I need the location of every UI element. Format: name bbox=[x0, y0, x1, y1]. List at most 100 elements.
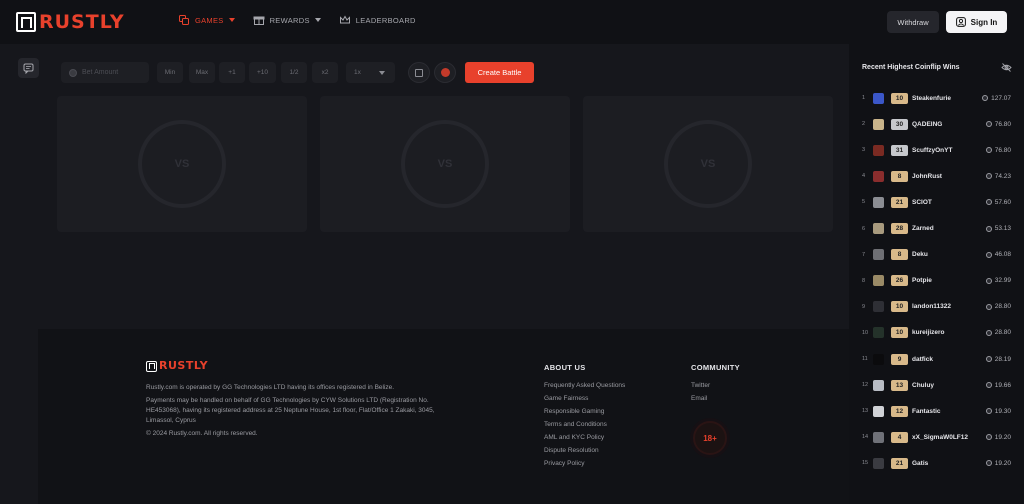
footer-link-terms[interactable]: Terms and Conditions bbox=[544, 421, 607, 428]
chat-icon bbox=[23, 63, 34, 74]
site-logo[interactable]: RUSTLY bbox=[16, 12, 125, 32]
add-one-button[interactable]: +1 bbox=[219, 62, 245, 83]
win-rank: 1 bbox=[862, 95, 866, 101]
sign-in-button[interactable]: Sign In bbox=[946, 11, 1007, 33]
dice-icon bbox=[179, 15, 189, 25]
win-username[interactable]: QADEING bbox=[912, 121, 942, 128]
win-username[interactable]: datfick bbox=[912, 356, 933, 363]
max-bet-button[interactable]: Max bbox=[189, 62, 215, 83]
chat-toggle-button[interactable] bbox=[18, 58, 39, 78]
win-username[interactable]: Gatis bbox=[912, 460, 928, 467]
footer-operator-text: Rustly.com is operated by GG Technologie… bbox=[146, 384, 395, 391]
coin-icon bbox=[982, 95, 989, 101]
win-amount-value: 76.80 bbox=[994, 120, 1011, 128]
win-username[interactable]: SCIOT bbox=[912, 199, 932, 206]
win-row[interactable]: 11 9 datfick 28.19 bbox=[849, 351, 1024, 367]
coin-icon bbox=[985, 303, 992, 310]
win-row[interactable]: 9 10 landon11322 28.80 bbox=[849, 299, 1024, 315]
win-row[interactable]: 7 8 Deku 46.08 bbox=[849, 247, 1024, 263]
win-amount: 28.80 bbox=[985, 303, 1011, 310]
win-amount-value: 53.13 bbox=[994, 225, 1011, 232]
side-select-button-red[interactable] bbox=[434, 62, 456, 83]
battle-card[interactable]: VS bbox=[583, 96, 833, 232]
win-rank: 4 bbox=[862, 173, 866, 180]
min-bet-button[interactable]: Min bbox=[157, 62, 183, 83]
bet-amount-input[interactable] bbox=[82, 69, 147, 76]
footer-link-dispute[interactable]: Dispute Resolution bbox=[544, 447, 599, 454]
add-ten-button[interactable]: +10 bbox=[249, 62, 276, 83]
half-bet-button[interactable]: 1/2 bbox=[281, 62, 307, 83]
create-battle-button[interactable]: Create Battle bbox=[465, 62, 534, 83]
nav-leaderboard-label: LEADERBOARD bbox=[355, 15, 416, 25]
win-username[interactable]: Chuluy bbox=[912, 382, 934, 389]
multiplier-value: 1x bbox=[354, 69, 361, 76]
win-amount-value: 46.08 bbox=[994, 251, 1011, 259]
nav-games-label: GAMES bbox=[195, 15, 224, 25]
chevron-down-icon bbox=[314, 18, 321, 22]
footer-link-email[interactable]: Email bbox=[691, 395, 707, 402]
vs-placeholder: VS bbox=[401, 120, 489, 208]
coin-side-red-icon bbox=[440, 68, 450, 77]
win-row[interactable]: 1 10 Steakenfurie 127.07 bbox=[849, 90, 1024, 106]
win-rank: 3 bbox=[862, 147, 866, 154]
win-amount: 28.19 bbox=[985, 356, 1011, 363]
win-row[interactable]: 13 12 Fantastic 19.30 bbox=[849, 403, 1024, 419]
win-amount: 32.99 bbox=[985, 277, 1011, 284]
footer-link-faq[interactable]: Frequently Asked Questions bbox=[544, 382, 625, 389]
win-amount-value: 19.30 bbox=[994, 407, 1011, 415]
win-username[interactable]: Fantastic bbox=[912, 408, 941, 415]
win-row[interactable]: 15 21 Gatis 19.20 bbox=[849, 455, 1024, 471]
nav-games[interactable]: GAMES bbox=[178, 14, 235, 26]
win-username[interactable]: JohnRust bbox=[912, 173, 942, 180]
win-row[interactable]: 4 8 JohnRust 74.23 bbox=[849, 168, 1024, 184]
coin-icon bbox=[985, 251, 992, 258]
footer-link-aml-kyc[interactable]: AML and KYC Policy bbox=[544, 434, 604, 441]
site-footer: RUSTLY Rustly.com is operated by GG Tech… bbox=[38, 329, 849, 504]
logo-mark-icon bbox=[146, 360, 157, 372]
footer-link-game-fairness[interactable]: Game Fairness bbox=[544, 395, 588, 402]
win-username[interactable]: xX_SigmaW0LF12 bbox=[912, 434, 968, 441]
win-username[interactable]: kureijizero bbox=[912, 329, 945, 336]
win-amount: 19.20 bbox=[985, 460, 1011, 467]
win-row[interactable]: 10 10 kureijizero 28.80 bbox=[849, 325, 1024, 341]
win-amount: 76.80 bbox=[985, 120, 1011, 128]
win-username[interactable]: ScuffzyOnYT bbox=[912, 147, 952, 154]
footer-logo[interactable]: RUSTLY bbox=[146, 360, 208, 372]
footer-link-responsible-gaming[interactable]: Responsible Gaming bbox=[544, 408, 604, 415]
win-row[interactable]: 12 13 Chuluy 19.66 bbox=[849, 377, 1024, 393]
win-amount: 127.07 bbox=[982, 95, 1011, 102]
bet-amount-field[interactable] bbox=[61, 62, 149, 83]
win-username[interactable]: Potpie bbox=[912, 277, 932, 284]
win-username[interactable]: Deku bbox=[912, 251, 928, 258]
win-row[interactable]: 14 4 xX_SigmaW0LF12 19.20 bbox=[849, 429, 1024, 445]
footer-link-twitter[interactable]: Twitter bbox=[691, 382, 710, 389]
win-username[interactable]: landon11322 bbox=[912, 303, 951, 310]
multiplier-select[interactable]: 1x bbox=[346, 62, 395, 83]
win-row[interactable]: 3 31 ScuffzyOnYT 76.80 bbox=[849, 142, 1024, 158]
coin-icon bbox=[985, 121, 992, 128]
win-row[interactable]: 5 21 SCIOT 57.60 bbox=[849, 194, 1024, 210]
nav-rewards[interactable]: REWARDS bbox=[253, 14, 321, 26]
win-amount-value: 19.66 bbox=[994, 381, 1011, 389]
avatar bbox=[873, 327, 884, 339]
withdraw-button[interactable]: Withdraw bbox=[887, 11, 939, 33]
level-badge: 10 bbox=[891, 327, 908, 339]
nav-leaderboard[interactable]: LEADERBOARD bbox=[339, 14, 416, 26]
community-heading: COMMUNITY bbox=[691, 363, 740, 372]
win-amount: 74.23 bbox=[985, 172, 1011, 180]
double-bet-button[interactable]: x2 bbox=[312, 62, 338, 83]
win-row[interactable]: 6 28 Zarned 53.13 bbox=[849, 221, 1024, 237]
win-amount: 57.60 bbox=[985, 199, 1011, 206]
side-select-button-silver[interactable] bbox=[408, 62, 430, 83]
win-row[interactable]: 8 26 Potpie 32.99 bbox=[849, 273, 1024, 289]
win-amount-value: 74.23 bbox=[994, 172, 1011, 180]
eye-off-icon[interactable] bbox=[1001, 62, 1012, 73]
win-username[interactable]: Steakenfurie bbox=[912, 95, 951, 102]
win-username[interactable]: Zarned bbox=[912, 225, 934, 232]
battle-card[interactable]: VS bbox=[57, 96, 307, 232]
coin-icon bbox=[985, 225, 992, 232]
win-row[interactable]: 2 30 QADEING 76.80 bbox=[849, 116, 1024, 132]
battle-card[interactable]: VS bbox=[320, 96, 570, 232]
footer-link-privacy[interactable]: Privacy Policy bbox=[544, 460, 584, 467]
win-amount-value: 76.80 bbox=[994, 146, 1011, 154]
